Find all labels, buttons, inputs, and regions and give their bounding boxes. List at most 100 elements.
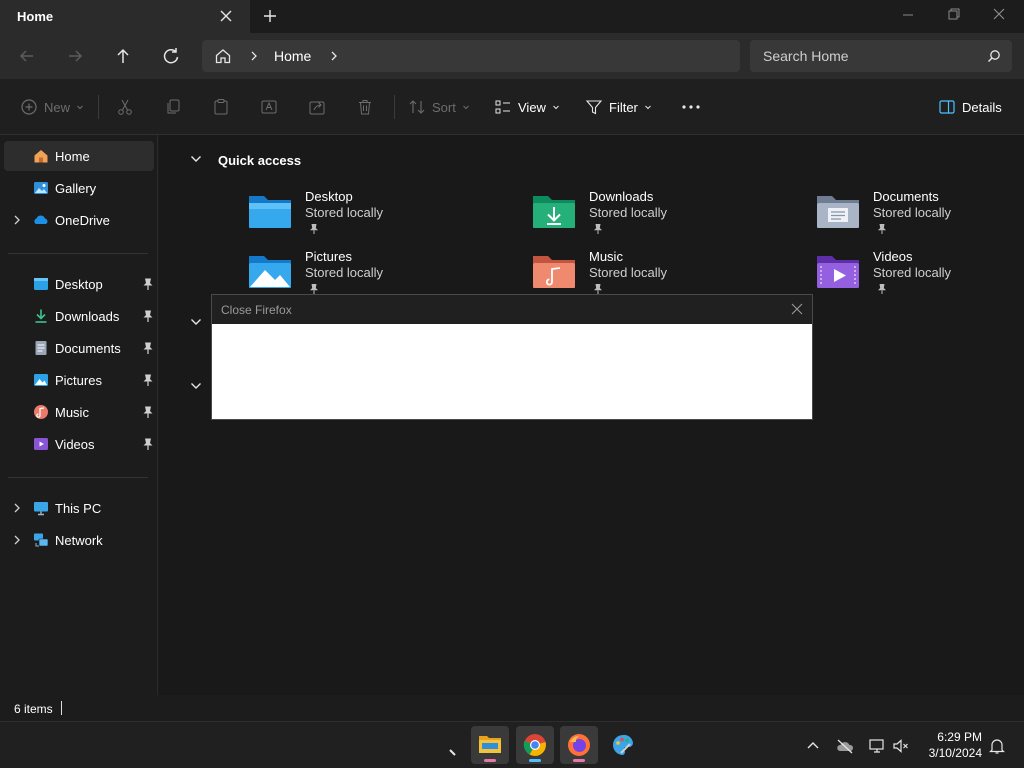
pin-icon[interactable] <box>142 309 154 323</box>
refresh-icon[interactable] <box>160 45 182 67</box>
tab-home[interactable]: Home <box>0 0 250 33</box>
notification-bell-icon[interactable] <box>988 737 1006 755</box>
running-indicator <box>573 759 585 762</box>
close-icon[interactable] <box>791 303 803 315</box>
running-indicator <box>484 759 496 762</box>
sidebar-item-onedrive[interactable]: OneDrive <box>4 205 154 235</box>
taskbar-firefox[interactable] <box>560 726 598 764</box>
rename-icon <box>261 100 277 114</box>
view-button[interactable]: View <box>494 97 560 117</box>
sort-button[interactable]: Sort <box>408 97 470 117</box>
details-button[interactable]: Details <box>938 97 1002 117</box>
filter-button[interactable]: Filter <box>585 97 652 117</box>
taskbar-chrome[interactable] <box>516 726 554 764</box>
paint-icon <box>613 734 633 755</box>
home-icon <box>33 148 49 164</box>
dialog-title: Close Firefox <box>221 303 292 317</box>
cut-button[interactable] <box>116 97 134 117</box>
chevron-right-icon[interactable] <box>248 49 260 63</box>
tile-status: Stored locally <box>873 205 952 220</box>
command-bar: New Sort View Filter Details <box>0 79 1024 135</box>
dialog-title-bar[interactable]: Close Firefox <box>212 295 812 324</box>
tile-documents[interactable]: Documents Stored locally <box>816 189 1024 245</box>
details-pane-icon <box>939 100 955 114</box>
chevron-down-icon[interactable] <box>189 315 203 329</box>
paste-button[interactable] <box>212 97 230 117</box>
delete-button[interactable] <box>356 97 374 117</box>
pin-icon[interactable] <box>142 405 154 419</box>
videos-folder-icon <box>816 251 860 291</box>
onedrive-offline-icon[interactable] <box>836 737 854 755</box>
network-disconnected-icon[interactable] <box>868 737 886 755</box>
tile-status: Stored locally <box>873 265 952 280</box>
pin-icon <box>877 283 887 295</box>
chevron-down-icon[interactable] <box>189 379 203 393</box>
sidebar-item-pictures[interactable]: Pictures <box>4 365 154 395</box>
chevron-right-icon[interactable] <box>12 214 22 226</box>
scissors-icon <box>118 99 132 115</box>
tile-desktop[interactable]: Desktop Stored locally <box>248 189 508 245</box>
toolbar-divider <box>98 95 99 119</box>
close-window-icon[interactable] <box>988 6 1010 24</box>
tile-videos[interactable]: Videos Stored locally <box>816 249 1024 305</box>
tile-downloads[interactable]: Downloads Stored locally <box>532 189 792 245</box>
new-tab-icon[interactable] <box>262 8 278 24</box>
sidebar-item-label: Home <box>55 149 90 164</box>
breadcrumb-home[interactable]: Home <box>274 48 311 64</box>
sidebar-item-gallery[interactable]: Gallery <box>4 173 154 203</box>
sidebar-item-videos[interactable]: Videos <box>4 429 154 459</box>
sidebar-item-documents[interactable]: Documents <box>4 333 154 363</box>
pin-icon[interactable] <box>142 277 154 291</box>
close-firefox-dialog[interactable]: Close Firefox <box>211 294 813 420</box>
sidebar-item-music[interactable]: Music <box>4 397 154 427</box>
sidebar-item-label: Gallery <box>55 181 97 196</box>
tile-name: Videos <box>873 249 913 264</box>
home-icon[interactable] <box>214 47 232 65</box>
item-count: 6 items <box>14 702 53 716</box>
chevron-right-icon[interactable] <box>12 502 22 514</box>
videos-folder-icon <box>33 436 49 452</box>
tab-title: Home <box>17 9 54 24</box>
restore-icon[interactable] <box>942 6 964 24</box>
up-arrow-icon[interactable] <box>112 45 134 67</box>
sidebar-item-network[interactable]: Network <box>4 525 154 555</box>
chevron-right-icon[interactable] <box>12 534 22 546</box>
system-clock[interactable]: 6:29 PM 3/10/2024 <box>920 729 982 761</box>
trash-icon <box>359 100 371 115</box>
onedrive-icon <box>33 212 49 228</box>
chrome-icon <box>523 734 546 756</box>
forward-arrow-icon[interactable] <box>64 45 86 67</box>
chevron-right-icon[interactable] <box>328 49 340 63</box>
taskbar-paint[interactable] <box>604 726 642 764</box>
details-label: Details <box>962 99 1002 115</box>
chevron-down-icon[interactable] <box>189 152 203 166</box>
taskbar: 6:29 PM 3/10/2024 <box>0 721 1024 768</box>
sidebar-item-home[interactable]: Home <box>4 141 154 171</box>
pin-icon[interactable] <box>142 373 154 387</box>
clock-time: 6:29 PM <box>937 730 982 744</box>
back-arrow-icon[interactable] <box>16 45 38 67</box>
breadcrumb[interactable]: Home <box>202 40 740 72</box>
pin-icon[interactable] <box>142 437 154 451</box>
sidebar-item-this-pc[interactable]: This PC <box>4 493 154 523</box>
sidebar-item-desktop[interactable]: Desktop <box>4 269 154 299</box>
pictures-folder-icon <box>33 372 49 388</box>
quick-access-heading[interactable]: Quick access <box>218 153 301 168</box>
volume-muted-icon[interactable] <box>892 737 910 755</box>
new-button[interactable]: New <box>20 97 84 117</box>
sidebar-item-downloads[interactable]: Downloads <box>4 301 154 331</box>
search-icon[interactable] <box>986 48 1002 64</box>
copy-icon <box>167 99 180 114</box>
more-options-button[interactable] <box>681 97 701 117</box>
rename-button[interactable] <box>260 97 278 117</box>
pin-icon[interactable] <box>142 341 154 355</box>
close-tab-icon[interactable] <box>218 8 234 24</box>
tile-status: Stored locally <box>589 205 668 220</box>
share-button[interactable] <box>308 97 326 117</box>
chevron-up-icon[interactable] <box>804 737 822 755</box>
minimize-icon[interactable] <box>897 6 919 24</box>
taskbar-file-explorer[interactable] <box>471 726 509 764</box>
search-input[interactable]: Search Home <box>750 40 1012 72</box>
copy-button[interactable] <box>164 97 182 117</box>
tile-name: Downloads <box>589 189 654 204</box>
